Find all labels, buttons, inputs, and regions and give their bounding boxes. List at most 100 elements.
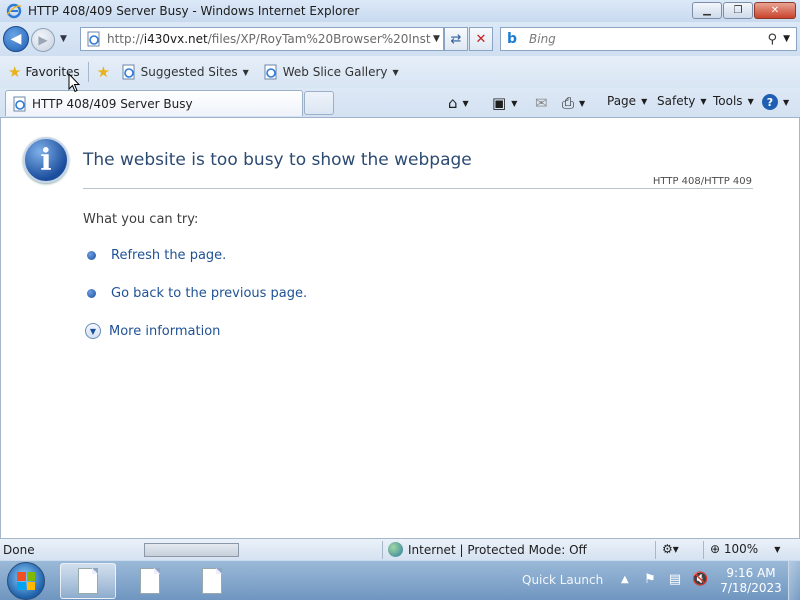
- suggested-sites-label: Suggested Sites: [140, 65, 238, 79]
- chevron-down-icon: ▼: [774, 544, 781, 554]
- new-tab-button[interactable]: [304, 91, 334, 115]
- more-information-toggle[interactable]: ▼ More information: [85, 323, 220, 339]
- security-zone[interactable]: Internet | Protected Mode: Off: [388, 542, 587, 557]
- quick-launch-label[interactable]: Quick Launch: [522, 573, 603, 587]
- document-icon: [140, 568, 160, 594]
- page-menu-label: Page: [607, 94, 637, 108]
- chevron-down-icon: ▼: [511, 98, 518, 108]
- status-separator: [382, 541, 383, 559]
- system-clock[interactable]: 9:16 AM 7/18/2023: [720, 566, 782, 596]
- what-you-can-try-label: What you can try:: [83, 212, 199, 227]
- address-dropdown-icon[interactable]: ▼: [433, 34, 440, 44]
- progress-bar: [144, 543, 239, 557]
- rss-feed-icon: ▣: [492, 94, 507, 112]
- printer-icon: ⎙: [562, 94, 575, 112]
- chevron-down-icon: ▼: [783, 97, 790, 107]
- read-mail-button[interactable]: ✉: [535, 94, 548, 112]
- home-icon: ⌂: [448, 94, 458, 112]
- chevron-down-icon: ▼: [747, 96, 754, 106]
- clock-time: 9:16 AM: [726, 566, 776, 580]
- refresh-page-link[interactable]: Refresh the page.: [111, 248, 226, 263]
- print-button[interactable]: ⎙ ▼: [562, 94, 585, 112]
- safety-menu[interactable]: Safety ▼: [657, 94, 707, 108]
- chevron-down-icon: ▼: [242, 67, 249, 77]
- show-desktop-button[interactable]: [788, 561, 800, 600]
- status-bar: Done Internet | Protected Mode: Off ⚙▾ ⊕…: [0, 538, 800, 560]
- show-hidden-icons-button[interactable]: ▲: [621, 574, 629, 585]
- start-button[interactable]: [7, 562, 45, 600]
- help-icon: ?: [762, 94, 778, 110]
- ie-page-icon: [87, 31, 100, 47]
- close-button[interactable]: ✕: [754, 2, 796, 19]
- zoom-level: 100%: [723, 542, 759, 556]
- status-separator: [655, 541, 656, 559]
- favorites-bar: ★ Favorites ★ Suggested Sites ▼ Web Slic…: [0, 56, 800, 88]
- ie-page-icon: [122, 64, 135, 80]
- minimize-button[interactable]: ▁: [692, 2, 722, 19]
- info-icon: i: [23, 137, 69, 183]
- mail-icon: ✉: [535, 94, 548, 112]
- volume-muted-icon[interactable]: 🔇: [692, 572, 708, 588]
- status-text: Done: [3, 543, 35, 557]
- window-controls: ▁ ❐ ✕: [691, 2, 796, 19]
- chevron-down-icon: ▼: [641, 96, 648, 106]
- add-to-favorites-bar-icon[interactable]: ★: [97, 64, 115, 80]
- taskbar: Quick Launch ▲ ⚑ ▤ 🔇 9:16 AM 7/18/2023: [0, 560, 800, 600]
- go-back-option[interactable]: Go back to the previous page.: [87, 286, 307, 301]
- star-icon: ★: [8, 63, 22, 81]
- document-icon: [78, 568, 98, 594]
- title-divider: [83, 188, 753, 189]
- action-center-flag-icon[interactable]: ⚑: [642, 572, 658, 588]
- page-content: i The website is too busy to show the we…: [0, 118, 800, 538]
- address-bar[interactable]: http://i430vx.net/files/XP/RoyTam%20Brow…: [80, 27, 444, 51]
- clock-date: 7/18/2023: [720, 581, 782, 595]
- network-icon[interactable]: ▤: [667, 572, 683, 588]
- refresh-option[interactable]: Refresh the page.: [87, 248, 226, 263]
- zoom-control[interactable]: ⊕ 100% ▼: [710, 542, 780, 556]
- more-information-link[interactable]: More information: [109, 324, 220, 339]
- web-slice-gallery-button[interactable]: Web Slice Gallery ▼: [263, 64, 399, 80]
- help-button[interactable]: ? ▼: [762, 94, 789, 110]
- navigation-bar: ◀ ▶ ▼ http://i430vx.net/files/XP/RoyTam%…: [0, 22, 800, 56]
- mouse-cursor-icon: [68, 73, 80, 93]
- chevron-down-icon: ▼: [462, 98, 469, 108]
- tab-label: HTTP 408/409 Server Busy: [32, 96, 193, 111]
- home-button[interactable]: ⌂ ▼: [448, 94, 469, 112]
- suggested-sites-button[interactable]: Suggested Sites ▼: [121, 64, 249, 80]
- globe-icon: [388, 542, 403, 557]
- tab-server-busy[interactable]: HTTP 408/409 Server Busy: [5, 90, 303, 116]
- ie-page-icon: [13, 96, 26, 111]
- feeds-button[interactable]: ▣ ▼: [492, 94, 517, 112]
- document-icon: [202, 568, 222, 594]
- forward-button[interactable]: ▶: [31, 28, 55, 52]
- bullet-icon: [87, 251, 96, 260]
- taskbar-item-2[interactable]: [122, 563, 178, 599]
- maximize-button[interactable]: ❐: [723, 2, 753, 19]
- taskbar-item-3[interactable]: [184, 563, 240, 599]
- tools-menu-label: Tools: [713, 94, 743, 108]
- tools-menu[interactable]: Tools ▼: [713, 94, 754, 108]
- search-icon[interactable]: ⚲: [768, 32, 778, 47]
- url-text[interactable]: http://i430vx.net/files/XP/RoyTam%20Brow…: [107, 32, 431, 46]
- status-separator: [703, 541, 704, 559]
- search-input[interactable]: Bing: [529, 32, 768, 46]
- zone-text: Internet | Protected Mode: Off: [408, 542, 587, 557]
- stop-button[interactable]: ✕: [469, 27, 493, 51]
- back-button[interactable]: ◀: [3, 26, 29, 52]
- search-options-dropdown-icon[interactable]: ▼: [783, 34, 790, 44]
- safety-menu-label: Safety: [657, 94, 696, 108]
- recent-pages-dropdown[interactable]: ▼: [60, 34, 67, 44]
- refresh-button[interactable]: ⇄: [444, 27, 468, 51]
- page-menu[interactable]: Page ▼: [607, 94, 647, 108]
- back-arrow-icon: ◀: [10, 31, 22, 47]
- go-back-link[interactable]: Go back to the previous page.: [111, 286, 307, 301]
- search-box[interactable]: b Bing ⚲ ▼: [500, 27, 797, 51]
- chevron-down-icon: ▼: [700, 96, 707, 106]
- expand-chevron-icon: ▼: [85, 323, 101, 339]
- chevron-down-icon: ▼: [579, 98, 586, 108]
- compatibility-tool-icon[interactable]: ⚙▾: [662, 542, 679, 556]
- window-title: HTTP 408/409 Server Busy - Windows Inter…: [28, 4, 360, 18]
- taskbar-item-1[interactable]: [60, 563, 116, 599]
- bing-icon: b: [507, 31, 518, 47]
- title-bar: HTTP 408/409 Server Busy - Windows Inter…: [0, 0, 800, 22]
